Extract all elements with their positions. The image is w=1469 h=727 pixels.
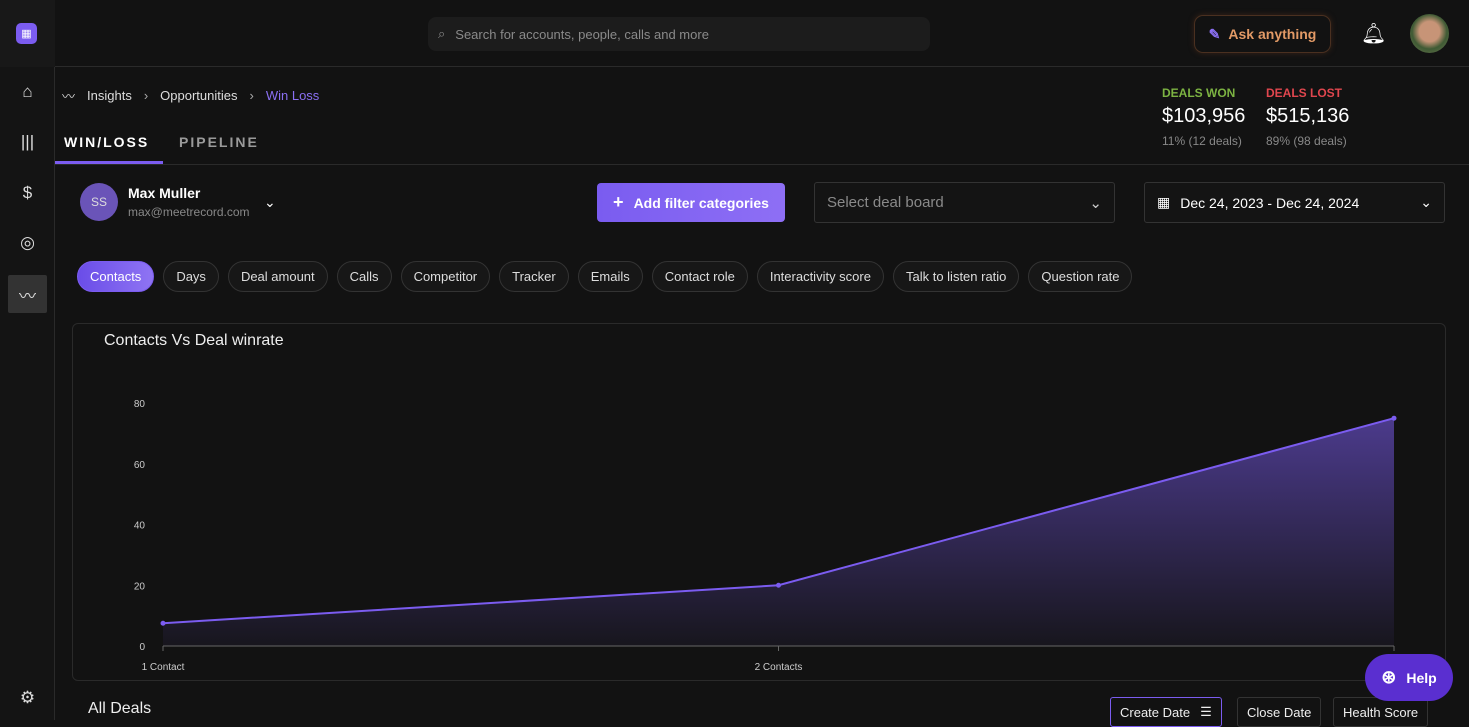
sort-icon: ☰ [1200,704,1212,719]
sort-label: Close Date [1247,704,1312,720]
sort-label: Health Score [1343,704,1419,720]
y-tick-label: 80 [134,399,146,410]
data-point [776,582,781,588]
help-label: Help [1406,669,1437,686]
help-globe-icon: ⊛ [1381,667,1397,687]
data-point [1391,415,1397,421]
sort-close-date-button[interactable]: Close Date [1237,697,1322,727]
sort-health-score-button[interactable]: Health Score [1333,697,1429,727]
y-tick-label: 40 [134,521,146,532]
sort-label: Create Date [1120,704,1191,720]
y-tick-label: 20 [134,581,146,592]
winrate-chart: 0204060801 Contact2 Contacts3 - 5 [134,399,1397,673]
all-deals-title: All Deals [88,700,152,717]
y-tick-label: 60 [134,460,146,471]
y-tick-label: 0 [139,642,145,653]
x-tick-label: 2 Contacts [755,662,803,673]
sort-create-date-button[interactable]: Create Date ☰ [1110,697,1222,727]
help-button[interactable]: ⊛ Help [1365,654,1453,701]
x-tick-label: 1 Contact [142,662,185,673]
data-point [160,620,166,626]
